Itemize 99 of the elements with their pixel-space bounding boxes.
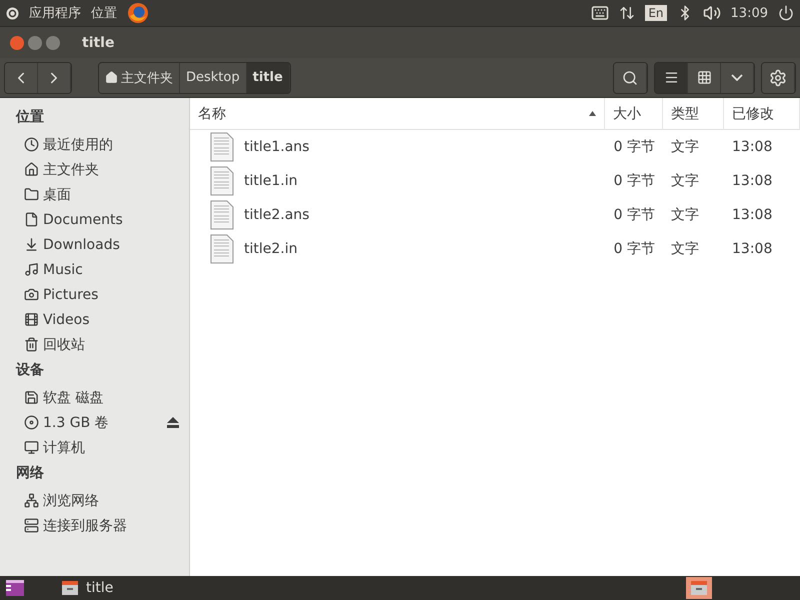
text-file-icon <box>210 166 234 196</box>
network-icon <box>24 493 39 508</box>
table-cell-text: 文字 <box>670 138 700 156</box>
language-indicator[interactable]: En <box>645 5 667 21</box>
file-name[interactable]: title2.ans <box>244 207 310 223</box>
column-header[interactable]: 类型 <box>663 98 724 130</box>
power-icon[interactable] <box>778 5 794 21</box>
trash-icon <box>24 337 39 352</box>
sidebar-item[interactable]: Downloads <box>0 232 189 257</box>
home-icon <box>24 162 39 177</box>
search-icon <box>622 70 638 86</box>
folder-icon <box>24 187 39 202</box>
sidebar-heading: 设备 <box>14 361 45 380</box>
sidebar-label: 软盘 磁盘 <box>43 388 104 406</box>
monitor-icon <box>24 440 39 455</box>
sidebar-item[interactable]: 软盘 磁盘 <box>0 385 189 410</box>
sidebar-label: Downloads <box>43 236 121 252</box>
floppy-icon <box>24 390 39 405</box>
table-cell-text: 0 字节 <box>612 138 656 156</box>
volume-icon[interactable] <box>702 4 721 22</box>
sidebar-label: Documents <box>43 212 124 228</box>
sidebar-label: 1.3 GB 卷 <box>43 414 110 432</box>
file-cabinet-icon <box>62 581 78 595</box>
table-cell-text: 13:08 <box>731 241 774 257</box>
table-cell-text: 0 字节 <box>612 240 656 258</box>
sidebar-heading: 位置 <box>14 108 45 127</box>
menu-item[interactable]: 应用程序 <box>29 4 81 22</box>
column-header[interactable]: 已修改 <box>724 98 800 130</box>
sidebar-label: 浏览网络 <box>43 492 100 510</box>
file-name[interactable]: title1.in <box>244 173 298 189</box>
film-icon <box>24 312 39 327</box>
sidebar-label: Videos <box>43 312 91 328</box>
sidebar-item[interactable]: 主文件夹 <box>0 157 189 182</box>
clock[interactable]: 13:09 <box>730 6 768 20</box>
text-file-icon <box>210 132 234 162</box>
sidebar-label: 连接到服务器 <box>43 516 128 534</box>
sidebar-label: Music <box>43 262 84 278</box>
server-icon <box>24 518 39 533</box>
sidebar-item[interactable]: 最近使用的 <box>0 132 189 157</box>
table-cell-text: 13:08 <box>731 173 774 189</box>
list-view-icon <box>664 70 678 85</box>
column-header[interactable]: 名称 <box>190 98 605 130</box>
sidebar-item[interactable]: Music <box>0 257 189 282</box>
sidebar-item[interactable]: Videos <box>0 307 189 332</box>
sidebar-label: 计算机 <box>43 438 86 456</box>
eject-icon[interactable] <box>167 417 179 428</box>
sidebar-item[interactable]: 回收站 <box>0 332 189 357</box>
clock-icon <box>24 137 39 152</box>
text-file-icon <box>210 234 234 264</box>
grid-view-icon <box>696 70 712 85</box>
view-button[interactable] <box>655 62 688 92</box>
window-title: title <box>82 34 114 50</box>
network-arrows-icon[interactable] <box>619 5 636 21</box>
sidebar-item[interactable]: 桌面 <box>0 182 189 207</box>
file-name[interactable]: title1.ans <box>244 139 310 155</box>
menu-item[interactable]: 位置 <box>91 4 117 22</box>
minimize-button[interactable] <box>28 36 42 50</box>
close-button[interactable] <box>10 36 24 50</box>
sidebar-item[interactable]: 连接到服务器 <box>0 513 189 538</box>
sidebar-item[interactable]: Pictures <box>0 282 189 307</box>
table-cell-text: 0 字节 <box>612 206 656 224</box>
sidebar-label: Pictures <box>43 286 100 302</box>
text-file-icon <box>210 200 234 230</box>
column-header[interactable]: 大小 <box>605 98 663 130</box>
table-cell-text: 文字 <box>670 240 700 258</box>
camera-icon <box>24 287 39 302</box>
settings-icon <box>769 68 787 86</box>
back-button[interactable] <box>5 62 38 92</box>
path-button[interactable]: title <box>246 62 290 92</box>
document-icon <box>24 212 39 227</box>
path-button[interactable]: 主文件夹 <box>99 62 180 92</box>
chevron-down-icon <box>731 74 743 81</box>
sidebar-label: 最近使用的 <box>43 136 114 154</box>
sort-arrow-icon <box>589 111 596 116</box>
disc-icon <box>24 415 39 430</box>
tray-button[interactable] <box>686 577 712 599</box>
browser-icon[interactable] <box>127 2 149 24</box>
workspace-icon[interactable] <box>6 580 24 596</box>
maximize-button[interactable] <box>46 36 60 50</box>
table-cell-text: 13:08 <box>731 207 774 223</box>
sidebar-label: 回收站 <box>43 336 86 354</box>
sidebar-item[interactable]: Documents <box>0 207 189 232</box>
file-name[interactable]: title2.in <box>244 241 298 257</box>
sidebar-item[interactable]: 1.3 GB 卷 <box>0 410 189 435</box>
table-cell-text: 0 字节 <box>612 172 656 190</box>
home-icon <box>105 71 118 84</box>
sidebar-label: 桌面 <box>43 186 72 204</box>
music-icon <box>24 262 39 277</box>
taskbar-window-button[interactable]: title <box>62 580 114 596</box>
sidebar-item[interactable]: 浏览网络 <box>0 488 189 513</box>
sidebar-label: 主文件夹 <box>43 160 100 178</box>
sidebar-item[interactable]: 计算机 <box>0 435 189 460</box>
table-cell-text: 文字 <box>670 206 700 224</box>
file-cabinet-icon <box>691 581 707 595</box>
keyboard-icon[interactable] <box>591 4 610 22</box>
table-cell-text: 文字 <box>670 172 700 190</box>
table-cell-text: 13:08 <box>731 139 774 155</box>
download-icon <box>24 237 39 252</box>
sidebar-heading: 网络 <box>15 464 45 483</box>
